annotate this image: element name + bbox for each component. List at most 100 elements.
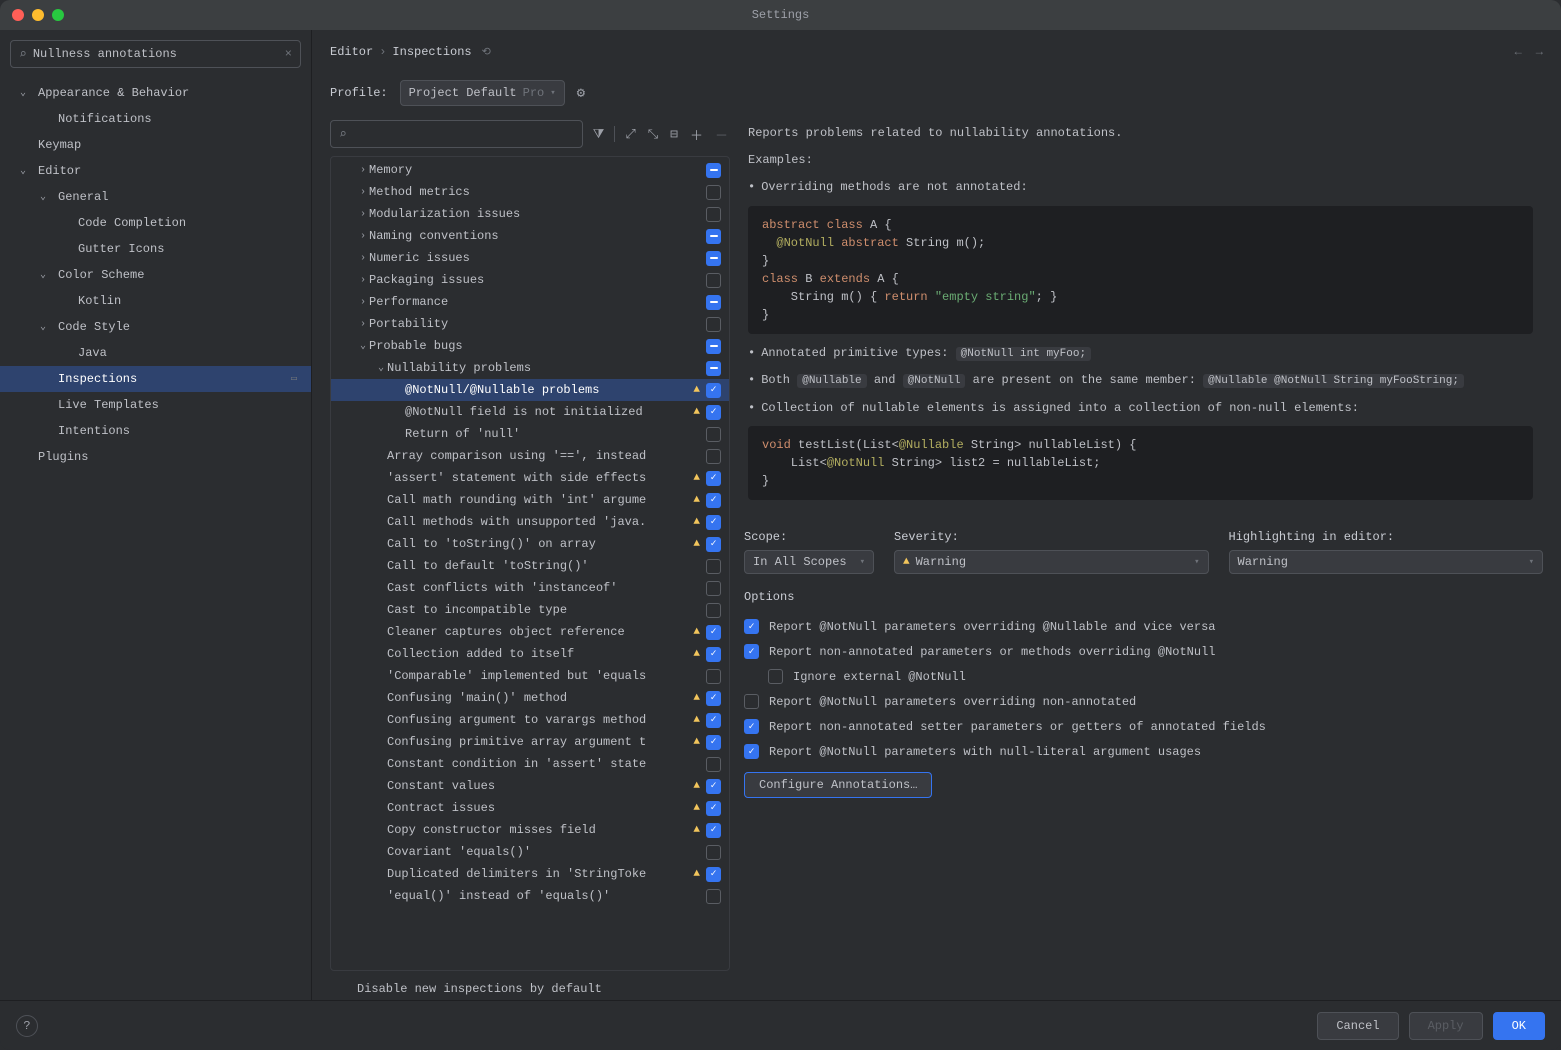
option-checkbox[interactable] <box>744 694 759 709</box>
minimize-window-button[interactable] <box>32 9 44 21</box>
inspection-row[interactable]: 'Comparable' implemented but 'equals <box>331 665 729 687</box>
inspection-row[interactable]: Duplicated delimiters in 'StringToke▲ <box>331 863 729 885</box>
inspection-checkbox[interactable] <box>706 867 721 882</box>
inspection-row[interactable]: Constant condition in 'assert' state <box>331 753 729 775</box>
breadcrumb-root[interactable]: Editor <box>330 45 373 59</box>
inspection-row[interactable]: 'assert' statement with side effects▲ <box>331 467 729 489</box>
inspection-checkbox[interactable] <box>706 471 721 486</box>
option-checkbox[interactable]: ✓ <box>744 619 759 634</box>
clear-search-icon[interactable]: × <box>285 47 292 61</box>
inspection-checkbox[interactable] <box>706 339 721 354</box>
ok-button[interactable]: OK <box>1493 1012 1545 1040</box>
sidebar-item-intentions[interactable]: Intentions <box>0 418 311 444</box>
inspection-checkbox[interactable] <box>706 823 721 838</box>
configure-annotations-button[interactable]: Configure Annotations… <box>744 772 932 798</box>
profile-combo[interactable]: Project Default Pro ▾ <box>400 80 565 106</box>
reset-icon[interactable]: ⟲ <box>482 45 491 59</box>
inspection-checkbox[interactable] <box>706 405 721 420</box>
inspection-checkbox[interactable] <box>706 581 721 596</box>
inspection-row[interactable]: Copy constructor misses field▲ <box>331 819 729 841</box>
inspection-checkbox[interactable] <box>706 449 721 464</box>
cancel-button[interactable]: Cancel <box>1317 1012 1398 1040</box>
inspection-checkbox[interactable] <box>706 273 721 288</box>
reset-icon[interactable]: ⊟ <box>668 127 680 142</box>
inspection-checkbox[interactable] <box>706 691 721 706</box>
disable-new-checkbox[interactable] <box>334 981 349 996</box>
inspection-search[interactable]: ⌕ <box>330 120 583 148</box>
inspection-checkbox[interactable] <box>706 295 721 310</box>
zoom-window-button[interactable] <box>52 9 64 21</box>
inspection-row[interactable]: ›Memory <box>331 159 729 181</box>
inspection-row[interactable]: Collection added to itself▲ <box>331 643 729 665</box>
highlighting-select[interactable]: Warning▾ <box>1229 550 1544 574</box>
option-checkbox[interactable]: ✓ <box>744 644 759 659</box>
sidebar-item-notifications[interactable]: Notifications <box>0 106 311 132</box>
inspection-row[interactable]: ›Performance <box>331 291 729 313</box>
inspection-row[interactable]: Cleaner captures object reference▲ <box>331 621 729 643</box>
inspection-row[interactable]: 'equal()' instead of 'equals()' <box>331 885 729 907</box>
inspection-row[interactable]: Confusing 'main()' method▲ <box>331 687 729 709</box>
collapse-all-icon[interactable]: ⤡ <box>646 127 660 142</box>
inspection-row[interactable]: ⌄Probable bugs <box>331 335 729 357</box>
inspection-checkbox[interactable] <box>706 647 721 662</box>
gear-icon[interactable]: ⚙ <box>577 85 585 102</box>
sidebar-item-editor[interactable]: ⌄Editor <box>0 158 311 184</box>
option-checkbox[interactable] <box>768 669 783 684</box>
inspection-row[interactable]: Array comparison using '==', instead <box>331 445 729 467</box>
inspection-checkbox[interactable] <box>706 845 721 860</box>
remove-icon[interactable]: － <box>713 125 730 144</box>
inspection-row[interactable]: Call math rounding with 'int' argume▲ <box>331 489 729 511</box>
sidebar-search[interactable]: ⌕ × <box>10 40 301 68</box>
inspection-checkbox[interactable] <box>706 889 721 904</box>
scope-select[interactable]: In All Scopes▾ <box>744 550 874 574</box>
inspection-row[interactable]: @NotNull field is not initialized▲ <box>331 401 729 423</box>
inspection-checkbox[interactable] <box>706 251 721 266</box>
inspection-checkbox[interactable] <box>706 427 721 442</box>
inspection-checkbox[interactable] <box>706 779 721 794</box>
inspection-row[interactable]: ›Modularization issues <box>331 203 729 225</box>
inspection-checkbox[interactable] <box>706 669 721 684</box>
inspection-row[interactable]: ›Numeric issues <box>331 247 729 269</box>
help-button[interactable]: ? <box>16 1015 38 1037</box>
inspection-checkbox[interactable] <box>706 383 721 398</box>
inspection-row[interactable]: Return of 'null' <box>331 423 729 445</box>
option-checkbox[interactable]: ✓ <box>744 719 759 734</box>
inspection-row[interactable]: Covariant 'equals()' <box>331 841 729 863</box>
inspection-checkbox[interactable] <box>706 229 721 244</box>
inspection-row[interactable]: @NotNull/@Nullable problems▲ <box>331 379 729 401</box>
apply-button[interactable]: Apply <box>1409 1012 1483 1040</box>
severity-select[interactable]: ▲ Warning▾ <box>894 550 1209 574</box>
sidebar-item-code-style[interactable]: ⌄Code Style <box>0 314 311 340</box>
inspection-checkbox[interactable] <box>706 757 721 772</box>
sidebar-item-plugins[interactable]: Plugins <box>0 444 311 470</box>
sidebar-item-keymap[interactable]: Keymap <box>0 132 311 158</box>
back-icon[interactable]: ← <box>1515 45 1522 59</box>
inspection-row[interactable]: Contract issues▲ <box>331 797 729 819</box>
sidebar-item-inspections[interactable]: Inspections▭ <box>0 366 311 392</box>
close-window-button[interactable] <box>12 9 24 21</box>
inspection-search-input[interactable] <box>353 127 574 141</box>
expand-all-icon[interactable]: ⤢ <box>623 127 637 142</box>
inspection-checkbox[interactable] <box>706 537 721 552</box>
inspection-checkbox[interactable] <box>706 625 721 640</box>
sidebar-item-java[interactable]: Java <box>0 340 311 366</box>
inspection-row[interactable]: Call to 'toString()' on array▲ <box>331 533 729 555</box>
sidebar-item-color-scheme[interactable]: ⌄Color Scheme <box>0 262 311 288</box>
inspection-checkbox[interactable] <box>706 801 721 816</box>
inspection-row[interactable]: ›Packaging issues <box>331 269 729 291</box>
inspection-checkbox[interactable] <box>706 361 721 376</box>
sidebar-item-kotlin[interactable]: Kotlin <box>0 288 311 314</box>
inspection-checkbox[interactable] <box>706 163 721 178</box>
inspection-row[interactable]: Confusing primitive array argument t▲ <box>331 731 729 753</box>
inspection-checkbox[interactable] <box>706 493 721 508</box>
inspection-row[interactable]: ›Portability <box>331 313 729 335</box>
add-icon[interactable]: ＋ <box>688 125 705 144</box>
inspection-checkbox[interactable] <box>706 207 721 222</box>
inspection-row[interactable]: ›Method metrics <box>331 181 729 203</box>
inspection-checkbox[interactable] <box>706 185 721 200</box>
inspection-checkbox[interactable] <box>706 515 721 530</box>
forward-icon[interactable]: → <box>1536 45 1543 59</box>
filter-icon[interactable]: ⧩ <box>591 127 607 142</box>
inspection-row[interactable]: Confusing argument to varargs method▲ <box>331 709 729 731</box>
inspection-row[interactable]: Call to default 'toString()' <box>331 555 729 577</box>
